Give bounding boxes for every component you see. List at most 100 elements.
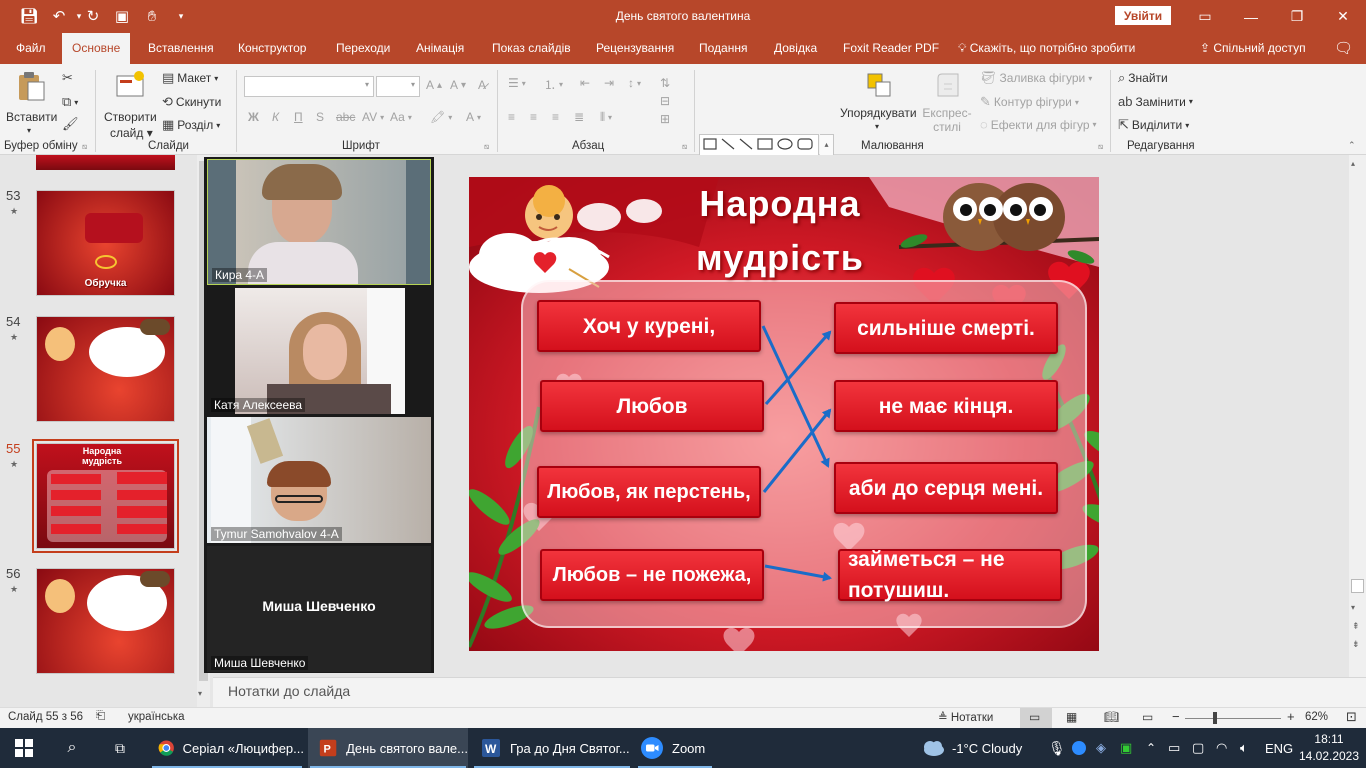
clipboard-launcher-icon[interactable]: ⧅ bbox=[82, 142, 87, 152]
comments-icon[interactable]: 🗨︎ bbox=[1334, 33, 1353, 64]
search-icon[interactable]: ⌕ bbox=[48, 728, 96, 768]
weather-widget[interactable]: -1°C Cloudy bbox=[920, 728, 1022, 768]
notes-pane[interactable]: Нотатки до слайда bbox=[213, 677, 1366, 707]
layout-button[interactable]: ▤ Макет ▾ bbox=[162, 70, 218, 86]
font-size-combobox[interactable]: ▾ bbox=[376, 76, 420, 97]
left-card-3[interactable]: Любов, як перстень, bbox=[537, 466, 761, 518]
ribbon-display-icon[interactable]: ▭ bbox=[1182, 0, 1228, 33]
zoom-participant-tile[interactable]: Кира 4-А bbox=[207, 159, 431, 285]
quick-styles-button[interactable]: Експрес-стилі bbox=[922, 70, 972, 138]
tab-file[interactable]: Файл bbox=[16, 33, 46, 64]
zoom-participant-tile[interactable]: Миша Шевченко Миша Шевченко bbox=[207, 546, 431, 672]
thumbnail-slide-54[interactable] bbox=[36, 316, 175, 422]
slideshow-start-icon[interactable]: ▣ bbox=[113, 7, 131, 25]
undo-icon[interactable]: ↶ bbox=[50, 7, 68, 25]
font-color-icon[interactable]: A ▾ bbox=[466, 110, 481, 124]
previous-slide-icon[interactable]: ⇞ bbox=[1352, 621, 1360, 632]
align-text-icon[interactable]: ⊟ bbox=[660, 94, 670, 108]
taskbar-app-powerpoint[interactable]: P День святого вале... bbox=[308, 728, 468, 768]
app-tray-icon[interactable]: ▣ bbox=[1120, 728, 1132, 768]
shape-effects-button[interactable]: ◌ Ефекти для фігур ▾ bbox=[980, 117, 1097, 132]
notes-toggle-button[interactable]: ≜ Нотатки bbox=[938, 710, 993, 724]
thumbnail-slide-56[interactable] bbox=[36, 568, 175, 674]
taskbar-app-word[interactable]: W Гра до Дня Святог... bbox=[472, 728, 632, 768]
columns-icon[interactable]: ⫴ ▾ bbox=[600, 110, 612, 125]
align-center-icon[interactable]: ≡ bbox=[530, 110, 537, 124]
zoom-level[interactable]: 62% bbox=[1305, 711, 1328, 723]
thumbnail-slide-53[interactable]: Обручка bbox=[36, 190, 175, 296]
shape-fill-button[interactable]: 🪣︎ Заливка фігури ▾ bbox=[980, 70, 1092, 86]
left-card-1[interactable]: Хоч у курені, bbox=[537, 300, 761, 352]
line-spacing-icon[interactable]: ↕ ▾ bbox=[628, 76, 641, 90]
bold-button[interactable]: Ж bbox=[248, 110, 259, 124]
start-button[interactable] bbox=[0, 728, 48, 768]
sign-in-button[interactable]: Увійти bbox=[1115, 6, 1171, 25]
replace-button[interactable]: ab Замінити ▾ bbox=[1118, 94, 1193, 109]
decrease-font-icon[interactable]: A ▾ bbox=[450, 78, 466, 92]
language-status[interactable]: українська bbox=[128, 711, 185, 723]
tab-animations[interactable]: Анімація bbox=[416, 33, 464, 64]
select-button[interactable]: ⇱ Виділити ▾ bbox=[1118, 117, 1189, 133]
zoom-slider-track[interactable] bbox=[1185, 718, 1281, 719]
find-button[interactable]: ⌕ Знайти bbox=[1118, 70, 1168, 86]
close-icon[interactable]: ✕ bbox=[1320, 0, 1366, 33]
numbering-icon[interactable]: ⒈ ▾ bbox=[544, 76, 563, 93]
smartart-icon[interactable]: ⊞ bbox=[660, 112, 670, 126]
slide-vertical-scrollbar[interactable]: ▴ ▾ ⇞ ⇟ bbox=[1349, 155, 1366, 677]
right-card-1[interactable]: сильніше смерті. bbox=[834, 302, 1058, 354]
thumbnail-partial[interactable] bbox=[36, 155, 175, 170]
new-slide-button[interactable]: Створити слайд ▾ bbox=[100, 70, 160, 140]
redo-icon[interactable]: ↻ bbox=[84, 7, 102, 25]
zoom-participant-tile[interactable]: Катя Алексеева bbox=[207, 288, 431, 414]
clock[interactable]: 18:11 14.02.2023 bbox=[1296, 731, 1362, 765]
minimize-icon[interactable]: — bbox=[1228, 0, 1274, 33]
slide-title-line1[interactable]: Народна bbox=[635, 183, 925, 225]
zoom-slider-thumb[interactable] bbox=[1213, 712, 1217, 724]
right-card-4[interactable]: займеться – не потушиш. bbox=[838, 548, 1062, 602]
format-painter-icon[interactable]: 🖌︎ bbox=[62, 116, 79, 132]
customize-toolbar-icon[interactable]: ▾ bbox=[172, 7, 190, 25]
reading-view-icon[interactable]: 📖︎ bbox=[1104, 710, 1119, 724]
tab-view[interactable]: Подання bbox=[699, 33, 747, 64]
change-case-button[interactable]: Аа ▾ bbox=[390, 110, 412, 124]
next-slide-icon[interactable]: ⇟ bbox=[1352, 639, 1360, 650]
scroll-thumb[interactable] bbox=[1351, 579, 1364, 593]
left-card-2[interactable]: Любов bbox=[540, 380, 764, 432]
scroll-down-icon[interactable]: ▾ bbox=[1351, 603, 1355, 612]
zoom-in-icon[interactable]: + bbox=[1287, 709, 1295, 724]
strikethrough-icon[interactable]: abc bbox=[336, 110, 355, 124]
highlight-icon[interactable]: 🖍︎ ▾ bbox=[430, 110, 452, 124]
shadow-button[interactable]: S bbox=[316, 110, 324, 124]
increase-font-icon[interactable]: A ▴ bbox=[426, 78, 442, 92]
reset-button[interactable]: ⟲ Скинути bbox=[162, 94, 221, 110]
paste-button[interactable]: Вставити ▾ bbox=[6, 70, 57, 138]
thumbnail-slide-55[interactable]: Народна мудрість bbox=[36, 443, 175, 549]
microphone-icon[interactable]: 🎙︎ bbox=[1048, 728, 1066, 768]
tab-help[interactable]: Довідка bbox=[774, 33, 817, 64]
save-icon[interactable]: 💾︎ bbox=[19, 7, 38, 25]
spellcheck-icon[interactable]: ⎗ bbox=[96, 710, 105, 723]
copy-icon[interactable]: ⧉ ▾ bbox=[62, 94, 78, 110]
arrange-button[interactable]: Упорядкувати ▾ bbox=[840, 70, 918, 138]
taskbar-app-chrome[interactable]: Серіал «Люцифер... bbox=[150, 728, 304, 768]
slide-sorter-icon[interactable]: ▦ bbox=[1066, 710, 1077, 724]
slide-title-line2[interactable]: мудрість bbox=[635, 237, 925, 279]
zoom-out-icon[interactable]: − bbox=[1172, 709, 1180, 724]
shape-outline-button[interactable]: ✎ Контур фігури ▾ bbox=[980, 94, 1079, 110]
decrease-indent-icon[interactable]: ⇤ bbox=[580, 76, 590, 90]
battery-icon[interactable]: ▭ bbox=[1168, 728, 1180, 768]
cut-icon[interactable]: ✂ bbox=[62, 70, 73, 86]
tab-review[interactable]: Рецензування bbox=[596, 33, 674, 64]
bullets-icon[interactable]: ☰ ▾ bbox=[508, 76, 526, 90]
align-right-icon[interactable]: ≡ bbox=[552, 110, 559, 124]
restore-icon[interactable]: ❐ bbox=[1274, 0, 1320, 33]
text-direction-icon[interactable]: ⇅ bbox=[660, 76, 670, 90]
speaker-icon[interactable]: 🔈︎ bbox=[1240, 728, 1248, 768]
font-launcher-icon[interactable]: ⧅ bbox=[484, 142, 489, 152]
drawing-launcher-icon[interactable]: ⧅ bbox=[1098, 142, 1103, 152]
right-card-3[interactable]: аби до серця мені. bbox=[834, 462, 1058, 514]
fit-to-window-icon[interactable]: ⊡ bbox=[1346, 709, 1357, 725]
right-card-2[interactable]: не має кінця. bbox=[834, 380, 1058, 432]
input-language[interactable]: ENG bbox=[1265, 728, 1293, 768]
tab-design[interactable]: Конструктор bbox=[238, 33, 306, 64]
